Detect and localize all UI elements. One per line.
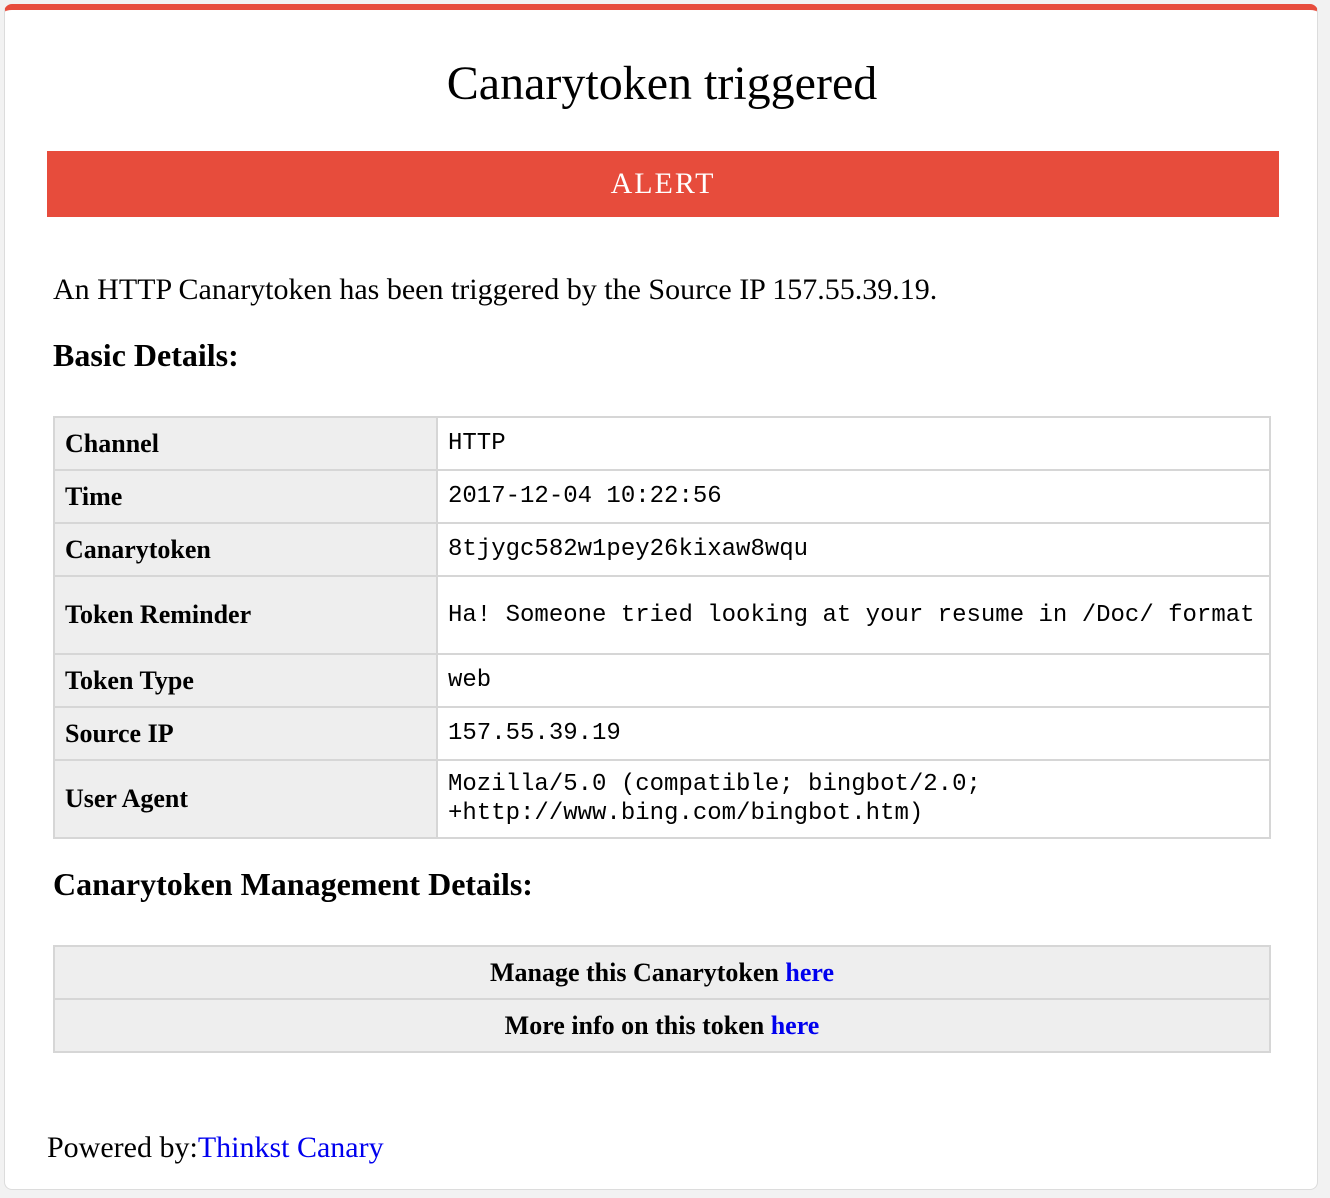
- table-row: Token Type web: [53, 653, 1271, 708]
- alert-banner: ALERT: [47, 151, 1279, 217]
- row-label: User Agent: [53, 759, 438, 839]
- manage-token-text: Manage this Canarytoken: [489, 957, 786, 987]
- row-label: Token Type: [53, 653, 438, 708]
- row-label: Source IP: [53, 706, 438, 761]
- management-table: Manage this Canarytoken here More info o…: [53, 945, 1271, 1053]
- more-info-link[interactable]: here: [771, 1011, 820, 1040]
- row-label: Time: [53, 469, 438, 524]
- table-row: More info on this token here: [53, 998, 1271, 1053]
- row-value: 8tjygc582w1pey26kixaw8wqu: [436, 522, 1271, 577]
- more-info-cell: More info on this token here: [53, 998, 1271, 1053]
- row-label: Channel: [53, 416, 438, 471]
- table-row: Canarytoken 8tjygc582w1pey26kixaw8wqu: [53, 522, 1271, 577]
- more-info-text: More info on this token: [504, 1010, 771, 1040]
- table-row: User Agent Mozilla/5.0 (compatible; bing…: [53, 759, 1271, 839]
- row-label: Canarytoken: [53, 522, 438, 577]
- management-details-heading: Canarytoken Management Details:: [53, 866, 533, 902]
- row-value: Mozilla/5.0 (compatible; bingbot/2.0; +h…: [436, 759, 1271, 839]
- table-row: Channel HTTP: [53, 416, 1271, 471]
- row-value: Ha! Someone tried looking at your resume…: [436, 575, 1271, 655]
- row-value: 157.55.39.19: [436, 706, 1271, 761]
- alert-email-card: Canarytoken triggered ALERT An HTTP Cana…: [4, 4, 1318, 1190]
- row-label: Token Reminder: [53, 575, 438, 655]
- page-title: Canarytoken triggered: [446, 57, 878, 110]
- row-value: HTTP: [436, 416, 1271, 471]
- table-row: Source IP 157.55.39.19: [53, 706, 1271, 761]
- intro-text: An HTTP Canarytoken has been triggered b…: [53, 273, 938, 306]
- basic-details-heading: Basic Details:: [53, 337, 239, 373]
- manage-token-link[interactable]: here: [785, 958, 834, 987]
- footer: Powered by:Thinkst Canary: [47, 1130, 384, 1166]
- powered-by-label: Powered by:: [47, 1131, 198, 1164]
- manage-token-cell: Manage this Canarytoken here: [53, 945, 1271, 1000]
- basic-details-table: Channel HTTP Time 2017-12-04 10:22:56 Ca…: [53, 416, 1271, 839]
- table-row: Token Reminder Ha! Someone tried looking…: [53, 575, 1271, 655]
- table-row: Time 2017-12-04 10:22:56: [53, 469, 1271, 524]
- table-row: Manage this Canarytoken here: [53, 945, 1271, 1000]
- row-value: 2017-12-04 10:22:56: [436, 469, 1271, 524]
- row-value: web: [436, 653, 1271, 708]
- thinkst-canary-link[interactable]: Thinkst Canary: [198, 1131, 384, 1164]
